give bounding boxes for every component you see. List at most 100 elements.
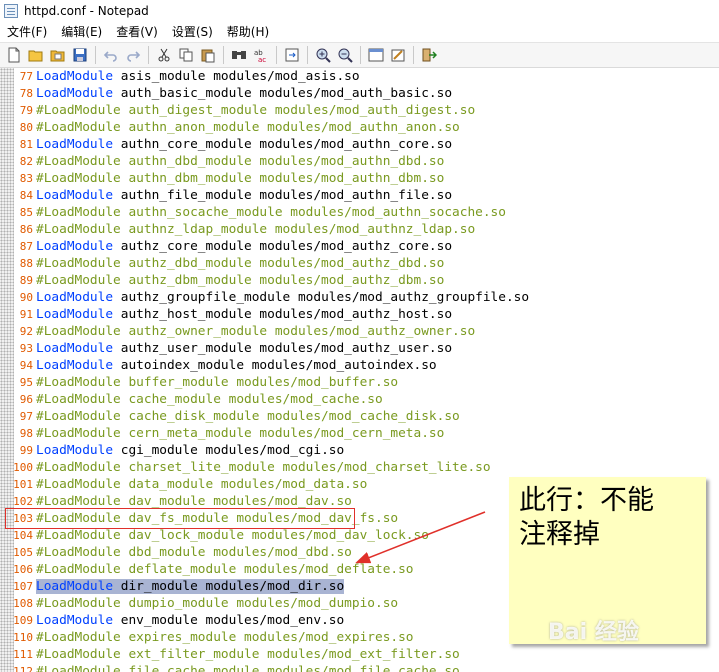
menu-bar: 文件(F) 编辑(E) 查看(V) 设置(S) 帮助(H) (0, 22, 719, 42)
directive-args: authz_host_module modules/mod_authz_host… (113, 307, 453, 322)
code-line[interactable]: 108 #LoadModule dumpio_module modules/mod… (0, 595, 529, 612)
code-line[interactable]: 83 #LoadModule authn_dbm_module modules/m… (0, 170, 529, 187)
code-line[interactable]: 96 #LoadModule cache_module modules/mod_c… (0, 391, 529, 408)
exit-icon[interactable] (418, 44, 440, 66)
code-line[interactable]: 81 LoadModule authn_core_module modules/m… (0, 136, 529, 153)
svg-text:ac: ac (258, 56, 266, 63)
code-line[interactable]: 99 LoadModule cgi_module modules/mod_cgi.… (0, 442, 529, 459)
directive-args: env_module modules/mod_env.so (113, 613, 345, 628)
code-line[interactable]: 87 LoadModule authz_core_module modules/m… (0, 238, 529, 255)
code-lines: 77 LoadModule asis_module modules/mod_asi… (0, 68, 529, 672)
new-file-icon[interactable] (3, 44, 25, 66)
line-number: 107 (13, 580, 33, 593)
replace-icon[interactable]: ab ac (250, 44, 272, 66)
comment-text: #LoadModule cache_module modules/mod_cac… (36, 392, 383, 407)
line-number: 100 (13, 461, 33, 474)
line-number: 86 (19, 223, 33, 236)
code-line[interactable]: 89 #LoadModule authz_dbm_module modules/m… (0, 272, 529, 289)
directive-args: dir_module modules/mod_dir.so (113, 579, 345, 594)
code-line[interactable]: 79 #LoadModule auth_digest_module modules… (0, 102, 529, 119)
menu-file[interactable]: 文件(F) (0, 22, 54, 42)
comment-text: #LoadModule authz_dbm_module modules/mod… (36, 273, 445, 288)
directive-keyword: LoadModule (36, 613, 114, 628)
code-line[interactable]: 78 LoadModule auth_basic_module modules/m… (0, 85, 529, 102)
note-line-1: 此行：不能 (519, 485, 654, 516)
menu-help[interactable]: 帮助(H) (220, 22, 276, 42)
code-line[interactable]: 110 #LoadModule expires_module modules/mo… (0, 629, 529, 646)
code-line[interactable]: 93 LoadModule authz_user_module modules/m… (0, 340, 529, 357)
line-number: 111 (13, 648, 33, 661)
code-line[interactable]: 101 #LoadModule data_module modules/mod_d… (0, 476, 529, 493)
directive-args: authn_file_module modules/mod_authn_file… (113, 188, 453, 203)
open-folder-icon[interactable] (47, 44, 69, 66)
line-number: 88 (19, 257, 33, 270)
notepad-app-icon (4, 4, 18, 18)
code-line[interactable]: 111 #LoadModule ext_filter_module modules… (0, 646, 529, 663)
code-line[interactable]: 109 LoadModule env_module modules/mod_env… (0, 612, 529, 629)
comment-text: #LoadModule ext_filter_module modules/mo… (36, 647, 460, 662)
comment-text: #LoadModule dav_fs_module modules/mod_da… (36, 511, 399, 526)
code-line[interactable]: 112 #LoadModule file_cache_module modules… (0, 663, 529, 672)
save-icon[interactable] (69, 44, 91, 66)
view-icon[interactable] (365, 44, 387, 66)
comment-text: #LoadModule authn_socache_module modules… (36, 205, 506, 220)
directive-keyword: LoadModule (36, 290, 114, 305)
line-number: 108 (13, 597, 33, 610)
paste-icon[interactable] (197, 44, 219, 66)
code-line[interactable]: 98 #LoadModule cern_meta_module modules/m… (0, 425, 529, 442)
goto-icon[interactable] (281, 44, 303, 66)
code-line[interactable]: 92 #LoadModule authz_owner_module modules… (0, 323, 529, 340)
code-line[interactable]: 97 #LoadModule cache_disk_module modules/… (0, 408, 529, 425)
comment-text: #LoadModule file_cache_module modules/mo… (36, 664, 460, 672)
line-number: 96 (19, 393, 33, 406)
code-line[interactable]: 100 #LoadModule charset_lite_module modul… (0, 459, 529, 476)
directive-args: autoindex_module modules/mod_autoindex.s… (113, 358, 437, 373)
code-line[interactable]: 77 LoadModule asis_module modules/mod_asi… (0, 68, 529, 85)
line-number: 112 (13, 665, 33, 672)
code-line[interactable]: 88 #LoadModule authz_dbd_module modules/m… (0, 255, 529, 272)
comment-text: #LoadModule dav_module modules/mod_dav.s… (36, 494, 352, 509)
line-number: 77 (19, 70, 33, 83)
directive-args: authz_user_module modules/mod_authz_user… (113, 341, 453, 356)
code-line[interactable]: 107 LoadModule dir_module modules/mod_dir… (0, 578, 529, 595)
code-line[interactable]: 80 #LoadModule authn_anon_module modules/… (0, 119, 529, 136)
copy-icon[interactable] (175, 44, 197, 66)
code-line[interactable]: 94 LoadModule autoindex_module modules/mo… (0, 357, 529, 374)
open-file-icon[interactable] (25, 44, 47, 66)
menu-edit[interactable]: 编辑(E) (54, 22, 109, 42)
cut-icon[interactable] (153, 44, 175, 66)
line-number: 93 (19, 342, 33, 355)
comment-text: #LoadModule authn_dbd_module modules/mod… (36, 154, 445, 169)
directive-args: cgi_module modules/mod_cgi.so (113, 443, 345, 458)
watermark-logo: Bai 经验 (548, 620, 639, 645)
line-number: 104 (13, 529, 33, 542)
undo-icon[interactable] (100, 44, 122, 66)
line-number: 89 (19, 274, 33, 287)
redo-icon[interactable] (122, 44, 144, 66)
zoom-in-icon[interactable] (312, 44, 334, 66)
directive-keyword: LoadModule (36, 341, 114, 356)
window-title: httpd.conf - Notepad (24, 4, 149, 18)
line-number: 103 (13, 512, 33, 525)
line-number: 81 (19, 138, 33, 151)
code-line[interactable]: 82 #LoadModule authn_dbd_module modules/m… (0, 153, 529, 170)
comment-text: #LoadModule auth_digest_module modules/m… (36, 103, 476, 118)
menu-settings[interactable]: 设置(S) (165, 22, 220, 42)
settings-icon[interactable] (387, 44, 409, 66)
code-line[interactable]: 86 #LoadModule authnz_ldap_module modules… (0, 221, 529, 238)
find-icon[interactable] (228, 44, 250, 66)
code-line[interactable]: 84 LoadModule authn_file_module modules/m… (0, 187, 529, 204)
toolbar-separator (276, 46, 277, 64)
line-number: 98 (19, 427, 33, 440)
code-line[interactable]: 95 #LoadModule buffer_module modules/mod_… (0, 374, 529, 391)
menu-view[interactable]: 查看(V) (109, 22, 165, 42)
code-line[interactable]: 91 LoadModule authz_host_module modules/m… (0, 306, 529, 323)
code-line[interactable]: 90 LoadModule authz_groupfile_module modu… (0, 289, 529, 306)
line-number: 79 (19, 104, 33, 117)
comment-text: #LoadModule charset_lite_module modules/… (36, 460, 491, 475)
line-number: 97 (19, 410, 33, 423)
directive-keyword: LoadModule (36, 579, 114, 594)
comment-text: #LoadModule authnz_ldap_module modules/m… (36, 222, 476, 237)
zoom-out-icon[interactable] (334, 44, 356, 66)
code-line[interactable]: 85 #LoadModule authn_socache_module modul… (0, 204, 529, 221)
